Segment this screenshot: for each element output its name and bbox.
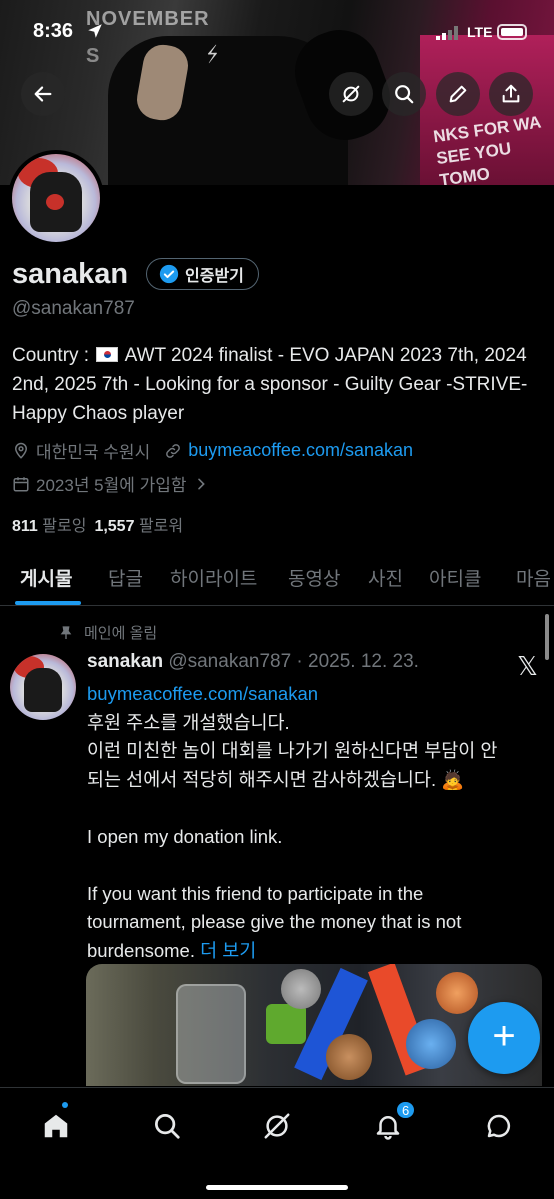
chevron-right-icon: [197, 478, 205, 489]
post-line: If you want this friend to participate i…: [87, 882, 424, 904]
profile-bio: Country : AWT 2024 finalist - EVO JAPAN …: [12, 341, 542, 428]
link-icon: [166, 443, 181, 458]
active-tab-indicator: [15, 601, 81, 605]
signal-icon: [436, 26, 458, 40]
profile-link[interactable]: buymeacoffee.com/sanakan: [188, 440, 413, 461]
followers-count: 1,557: [94, 518, 135, 535]
battery-icon: [497, 24, 527, 40]
nav-home[interactable]: [34, 1104, 78, 1148]
pinned-indicator: 메인에 올림: [58, 622, 157, 643]
home-indicator: [206, 1185, 348, 1190]
nav-messages[interactable]: [477, 1104, 521, 1148]
get-verified-label: 인증받기: [185, 268, 244, 285]
post-header: sanakan @sanakan787 · 2025. 12. 23.: [87, 651, 419, 673]
scrollbar[interactable]: [545, 614, 549, 660]
post-line: tournament, please give the money that i…: [87, 911, 462, 932]
post-line: I open my donation link.: [87, 825, 283, 847]
share-button[interactable]: [489, 72, 533, 116]
pencil-icon: [449, 85, 467, 103]
home-icon: [44, 1114, 68, 1138]
following-link[interactable]: 811 팔로잉: [12, 512, 86, 536]
korea-flag-icon: [96, 347, 119, 362]
bottom-navigation: 6: [0, 1087, 554, 1199]
calendar-icon: [13, 476, 29, 491]
location-arrow-icon: [88, 24, 102, 38]
chat-bubble-icon: [487, 1114, 511, 1138]
post-author[interactable]: sanakan: [87, 651, 163, 672]
x-logo-icon: 𝕏: [517, 651, 538, 681]
plus-icon: +: [492, 1014, 516, 1058]
following-count: 811: [12, 518, 38, 535]
tab-highlights[interactable]: 하이라이트: [170, 564, 257, 591]
show-more-link[interactable]: 더 보기: [200, 940, 256, 961]
tab-articles[interactable]: 아티클: [429, 564, 481, 591]
profile-location: 대한민국 수원시: [36, 443, 151, 462]
search-button[interactable]: [382, 72, 426, 116]
status-bar: 8:36 LTE: [0, 0, 554, 60]
post-line: 후원 주소를 개설했습니다.: [87, 711, 290, 733]
pinned-label: 메인에 올림: [84, 625, 158, 642]
profile-tabs: 게시물 답글 하이라이트 동영상 사진 아티클 마음: [0, 556, 554, 606]
search-icon: [395, 85, 414, 104]
profile-name: sanakan: [12, 258, 129, 290]
follow-stats: 811 팔로잉 1,557 팔로워: [12, 512, 183, 536]
nav-explore[interactable]: [145, 1104, 189, 1148]
arrow-left-icon: [34, 86, 52, 102]
verified-badge-icon: [159, 264, 179, 284]
compose-post-button[interactable]: +: [468, 1002, 540, 1074]
post-avatar[interactable]: [10, 654, 76, 720]
profile-meta-row: 대한민국 수원시 buymeacoffee.com/sanakan: [12, 438, 413, 463]
nav-grok[interactable]: [255, 1104, 299, 1148]
tab-photos[interactable]: 사진: [368, 564, 403, 591]
profile-joined-row[interactable]: 2023년 5월에 가입함: [12, 471, 209, 496]
tab-videos[interactable]: 동영상: [288, 564, 340, 591]
get-verified-button[interactable]: 인증받기: [146, 258, 259, 290]
profile-joined: 2023년 5월에 가입함: [36, 476, 187, 495]
tab-likes[interactable]: 마음: [516, 564, 551, 591]
tab-posts[interactable]: 게시물: [20, 564, 72, 591]
grok-button[interactable]: [329, 72, 373, 116]
avatar-image: [12, 154, 100, 242]
post-line: burdensome.: [87, 939, 195, 961]
followers-label: 팔로워: [138, 518, 184, 535]
edit-button[interactable]: [436, 72, 480, 116]
home-unread-dot: [62, 1102, 68, 1108]
network-label: LTE: [467, 24, 493, 40]
back-button[interactable]: [21, 72, 65, 116]
tab-replies[interactable]: 답글: [108, 564, 143, 591]
notifications-badge: 6: [395, 1100, 417, 1120]
bio-text-1: Country :: [12, 345, 95, 366]
post-handle-date: @sanakan787 · 2025. 12. 23.: [168, 651, 419, 672]
location-pin-icon: [14, 442, 28, 459]
post-text[interactable]: buymeacoffee.com/sanakan 후원 주소를 개설했습니다. …: [87, 680, 537, 965]
followers-link[interactable]: 1,557 팔로워: [94, 512, 183, 536]
post-link[interactable]: buymeacoffee.com/sanakan: [87, 680, 537, 709]
profile-handle: @sanakan787: [12, 298, 135, 319]
post-line: 되는 선에서 적당히 해주시면 감사하겠습니다. 🙇: [87, 768, 465, 790]
pin-icon: [60, 625, 72, 639]
following-label: 팔로잉: [42, 518, 87, 535]
profile-avatar[interactable]: [8, 150, 104, 246]
search-icon: [155, 1114, 180, 1139]
grok-icon: [342, 85, 360, 103]
grok-icon: [264, 1113, 290, 1139]
status-time: 8:36: [33, 20, 74, 42]
post-line: 이런 미친한 놈이 대회를 나가기 원하신다면 부담이 안: [87, 740, 498, 761]
share-icon: [502, 84, 520, 103]
